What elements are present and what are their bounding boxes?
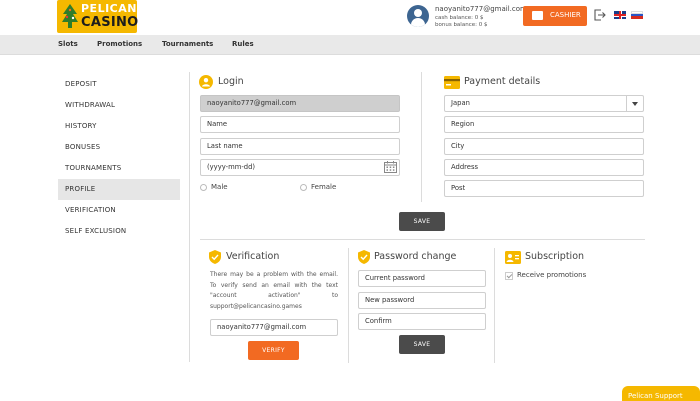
- pelican-tree-icon: [62, 4, 78, 28]
- main-nav: Slots Promotions Tournaments Rules: [0, 35, 700, 55]
- sidebar-item-profile[interactable]: PROFILE: [58, 179, 180, 200]
- credit-card-icon: [444, 76, 460, 89]
- new-password-field[interactable]: New password: [358, 292, 486, 309]
- flag-uk-icon[interactable]: [614, 11, 626, 19]
- payment-title: Payment details: [464, 76, 541, 87]
- logo-text-bottom: CASINO: [81, 15, 139, 30]
- birthdate-field[interactable]: (yyyy-mm-dd): [200, 159, 400, 176]
- sidebar-item-history[interactable]: HISTORY: [58, 116, 180, 137]
- receive-promotions-checkbox[interactable]: [505, 272, 513, 280]
- sidebar-item-deposit[interactable]: DEPOSIT: [58, 74, 180, 95]
- name-field[interactable]: Name: [200, 116, 400, 133]
- save-profile-button[interactable]: SAVE: [399, 212, 445, 231]
- sidebar-item-bonuses[interactable]: BONUSES: [58, 137, 180, 158]
- login-email-field[interactable]: naoyanito777@gmail.com: [200, 95, 400, 112]
- logout-icon[interactable]: [594, 9, 606, 21]
- receive-promotions-label: Receive promotions: [517, 271, 587, 279]
- verify-button[interactable]: VERIFY: [248, 341, 299, 360]
- bonus-balance: bonus balance: 0 $: [435, 22, 488, 28]
- gender-male-radio[interactable]: [200, 184, 207, 191]
- calendar-icon[interactable]: [384, 161, 397, 173]
- sidebar-item-tournaments[interactable]: TOURNAMENTS: [58, 158, 180, 179]
- header: PELICAN CASINO naoyanito777@gmail.com ca…: [0, 0, 700, 35]
- top-divider: [421, 72, 422, 202]
- country-select[interactable]: Japan: [444, 95, 644, 112]
- cashier-label: CASHIER: [550, 11, 581, 19]
- flag-ru-icon[interactable]: [631, 11, 643, 19]
- shield-check-icon: [358, 250, 370, 264]
- birthdate-placeholder: (yyyy-mm-dd): [207, 163, 256, 171]
- avatar[interactable]: [407, 5, 429, 27]
- account-sidebar: DEPOSIT WITHDRAWAL HISTORY BONUSES TOURN…: [58, 74, 180, 242]
- gender-female-radio[interactable]: [300, 184, 307, 191]
- verification-instructions: There may be a problem with the email. T…: [210, 271, 338, 310]
- confirm-password-field[interactable]: Confirm: [358, 313, 486, 330]
- logo[interactable]: PELICAN CASINO: [57, 0, 139, 33]
- address-field[interactable]: Address: [444, 159, 644, 176]
- bottom-divider-1: [348, 248, 349, 363]
- country-value: Japan: [451, 99, 470, 107]
- cashier-button[interactable]: CASHIER: [523, 6, 587, 26]
- subscription-title: Subscription: [525, 251, 585, 262]
- user-icon: [199, 75, 213, 89]
- logo-text-top: PELICAN: [81, 2, 137, 15]
- chevron-down-icon[interactable]: [626, 96, 643, 111]
- cash-balance: cash balance: 0 $: [435, 15, 484, 21]
- region-field[interactable]: Region: [444, 116, 644, 133]
- content-left-border: [189, 72, 190, 362]
- nav-promotions[interactable]: Promotions: [97, 40, 142, 48]
- gender-female-label: Female: [311, 183, 337, 191]
- nav-tournaments[interactable]: Tournaments: [162, 40, 213, 48]
- user-email: naoyanito777@gmail.com: [435, 5, 527, 13]
- password-title: Password change: [374, 251, 457, 262]
- wallet-icon: [532, 11, 543, 20]
- sidebar-item-withdrawal[interactable]: WITHDRAWAL: [58, 95, 180, 116]
- shield-check-icon: [209, 250, 221, 264]
- nav-rules[interactable]: Rules: [232, 40, 254, 48]
- sidebar-item-self-exclusion[interactable]: SELF EXCLUSION: [58, 221, 180, 242]
- current-password-field[interactable]: Current password: [358, 270, 486, 287]
- bottom-divider-2: [494, 248, 495, 363]
- save-password-button[interactable]: SAVE: [399, 335, 445, 354]
- city-field[interactable]: City: [444, 138, 644, 155]
- login-title: Login: [218, 76, 244, 87]
- sidebar-item-verification[interactable]: VERIFICATION: [58, 200, 180, 221]
- verification-email-field[interactable]: naoyanito777@gmail.com: [210, 319, 338, 336]
- support-tab[interactable]: Pelican Support: [622, 386, 700, 401]
- verification-title: Verification: [226, 251, 280, 262]
- last-name-field[interactable]: Last name: [200, 138, 400, 155]
- gender-male-label: Male: [211, 183, 228, 191]
- section-divider: [200, 239, 645, 240]
- subscription-icon: [505, 251, 521, 264]
- nav-slots[interactable]: Slots: [58, 40, 78, 48]
- post-field[interactable]: Post: [444, 180, 644, 197]
